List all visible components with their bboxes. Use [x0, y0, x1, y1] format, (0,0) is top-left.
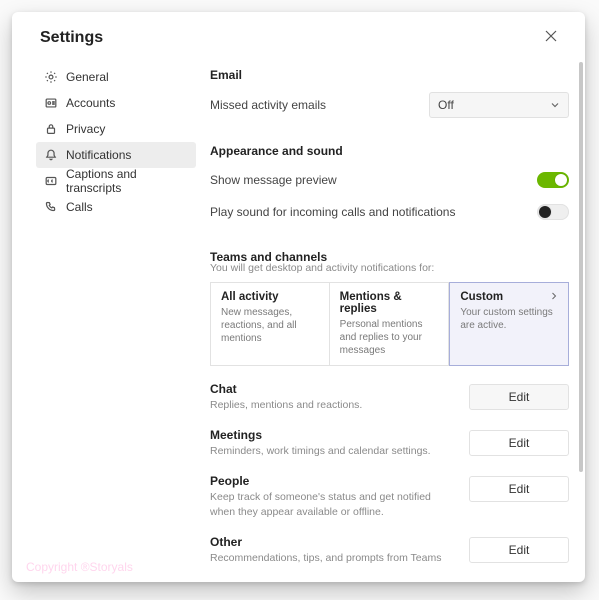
section-meetings: Meetings Reminders, work timings and cal…: [210, 428, 569, 458]
content-wrap: Email Missed activity emails Off Appeara…: [196, 58, 585, 582]
toggle-knob: [539, 206, 551, 218]
sidebar-item-label: Privacy: [66, 122, 105, 136]
row-message-preview: Show message preview: [210, 168, 569, 192]
people-edit-button[interactable]: Edit: [469, 476, 569, 502]
card-title: Mentions & replies: [340, 291, 439, 315]
chat-heading: Chat: [210, 382, 455, 396]
toggle-knob: [555, 174, 567, 186]
card-title: All activity: [221, 291, 279, 303]
meetings-edit-button[interactable]: Edit: [469, 430, 569, 456]
missed-activity-dropdown[interactable]: Off: [429, 92, 569, 118]
chat-edit-button[interactable]: Edit: [469, 384, 569, 410]
card-desc: Your custom settings are active.: [460, 306, 558, 332]
bell-icon: [44, 148, 58, 162]
sidebar-item-label: Notifications: [66, 148, 131, 162]
sidebar-item-calls[interactable]: Calls: [36, 194, 196, 220]
vertical-scrollbar[interactable]: [579, 58, 585, 582]
sidebar-item-captions[interactable]: Captions and transcripts: [36, 168, 196, 194]
sidebar-item-label: Captions and transcripts: [66, 167, 188, 195]
message-preview-toggle[interactable]: [537, 172, 569, 188]
accounts-icon: [44, 96, 58, 110]
phone-icon: [44, 200, 58, 214]
card-desc: Personal mentions and replies to your me…: [340, 318, 439, 357]
play-sound-toggle[interactable]: [537, 204, 569, 220]
people-desc: Keep track of someone's status and get n…: [210, 490, 455, 518]
row-play-sound: Play sound for incoming calls and notifi…: [210, 200, 569, 224]
meetings-heading: Meetings: [210, 428, 455, 442]
settings-window: Settings General Accounts: [12, 12, 585, 582]
body: General Accounts Privacy Notifications: [12, 58, 585, 582]
other-edit-button[interactable]: Edit: [469, 537, 569, 563]
play-sound-label: Play sound for incoming calls and notifi…: [210, 205, 455, 219]
gear-icon: [44, 70, 58, 84]
section-chat: Chat Replies, mentions and reactions. Ed…: [210, 382, 569, 412]
chat-desc: Replies, mentions and reactions.: [210, 398, 455, 412]
missed-activity-label: Missed activity emails: [210, 98, 326, 112]
titlebar: Settings: [12, 12, 585, 58]
card-desc: New messages, reactions, and all mention…: [221, 306, 319, 345]
captions-icon: [44, 174, 58, 188]
chevron-right-icon: [550, 291, 558, 303]
sidebar-item-label: Accounts: [66, 96, 115, 110]
people-heading: People: [210, 474, 455, 488]
meetings-desc: Reminders, work timings and calendar set…: [210, 444, 455, 458]
teams-cards: All activity New messages, reactions, an…: [210, 282, 569, 366]
sidebar-item-privacy[interactable]: Privacy: [36, 116, 196, 142]
sidebar-item-accounts[interactable]: Accounts: [36, 90, 196, 116]
other-desc: Recommendations, tips, and prompts from …: [210, 551, 455, 565]
message-preview-label: Show message preview: [210, 173, 337, 187]
lock-icon: [44, 122, 58, 136]
sidebar: General Accounts Privacy Notifications: [36, 58, 196, 582]
close-button[interactable]: [537, 24, 565, 52]
row-missed-activity: Missed activity emails Off: [210, 92, 569, 118]
content: Email Missed activity emails Off Appeara…: [196, 58, 579, 582]
card-title: Custom: [460, 291, 503, 303]
section-heading-email: Email: [210, 68, 569, 82]
card-mentions-replies[interactable]: Mentions & replies Personal mentions and…: [330, 282, 450, 366]
teams-subtext: You will get desktop and activity notifi…: [210, 262, 569, 274]
sidebar-item-general[interactable]: General: [36, 64, 196, 90]
scrollbar-thumb[interactable]: [579, 62, 583, 472]
section-people: People Keep track of someone's status an…: [210, 474, 569, 518]
dropdown-value: Off: [438, 98, 454, 112]
chevron-down-icon: [550, 100, 560, 110]
card-custom[interactable]: Custom Your custom settings are active.: [449, 282, 569, 366]
sidebar-item-label: General: [66, 70, 109, 84]
window-title: Settings: [40, 29, 103, 47]
section-other: Other Recommendations, tips, and prompts…: [210, 535, 569, 565]
section-heading-appearance: Appearance and sound: [210, 144, 569, 158]
close-icon: [545, 29, 557, 47]
sidebar-item-label: Calls: [66, 200, 93, 214]
other-heading: Other: [210, 535, 455, 549]
card-all-activity[interactable]: All activity New messages, reactions, an…: [210, 282, 330, 366]
sidebar-item-notifications[interactable]: Notifications: [36, 142, 196, 168]
